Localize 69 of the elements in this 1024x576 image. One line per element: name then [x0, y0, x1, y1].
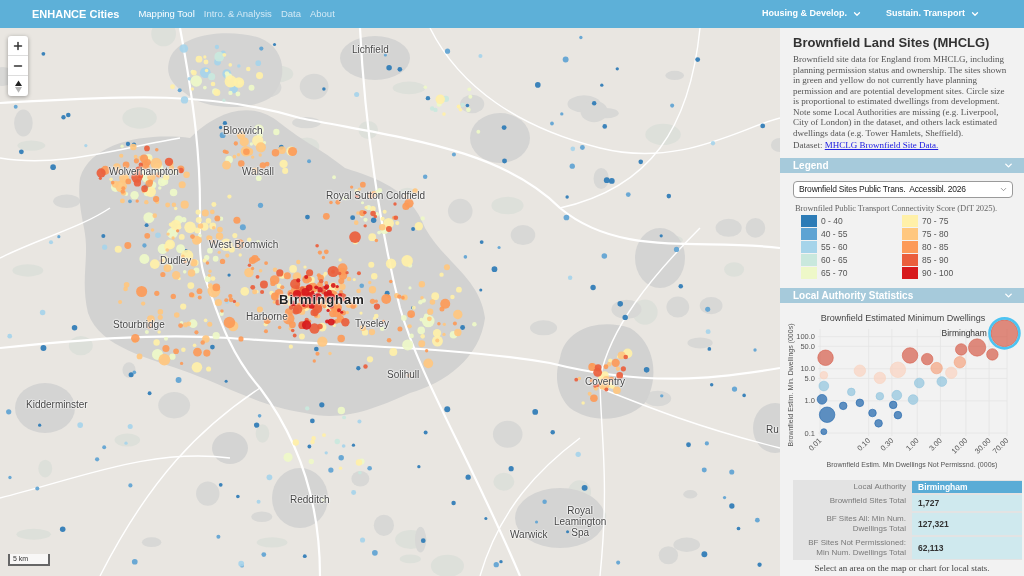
nav-link[interactable]: Intro. & Analysis	[203, 6, 272, 22]
place-label: Royal Sutton Coldfield	[326, 190, 425, 201]
chart-bubble[interactable]	[921, 353, 934, 366]
layer-select[interactable]: Brownfield Sites Public Trans. Accessibl. 2026	[793, 181, 1013, 198]
selection-ring	[988, 317, 1021, 350]
panel-description: Brownfield site data for England from MHCLG, including planning permission status and ownership. The sites shown in green and yellow do not currently have planning permission and are potential development sites. Circle size is proportional to estimated dwellings from development. Note some Local Authorities are missing (e.g. Liverpool, City of London) in the dataset, and others lack estimated dwellings data (e.g. Tower Hamlets, Sheffield).	[793, 54, 1008, 138]
dataset-line: Dataset: MHCLG Brownfield Site Data.	[793, 140, 940, 151]
chart-bubble[interactable]	[819, 406, 836, 423]
table-value: 62,113	[912, 537, 1022, 559]
nav-link[interactable]: Mapping Tool	[138, 6, 195, 22]
place-label: Tyseley	[355, 318, 389, 329]
table-label: Local Authority	[852, 481, 907, 493]
dataset-link[interactable]: MHCLG Brownfield Site Data.	[824, 140, 939, 150]
legend-label: 85 - 90	[922, 255, 949, 265]
place-label: Redditch	[290, 494, 330, 505]
highlight-label: Birmingham	[941, 328, 987, 339]
legend-label: 80 - 85	[922, 242, 949, 252]
table-label: BF Sites All: Min Num. Dwellings Total	[825, 513, 907, 535]
chart-bubble[interactable]	[953, 356, 966, 369]
chevron-down-icon	[1003, 290, 1014, 301]
legend-label: 75 - 80	[922, 229, 949, 239]
place-label: Coventry	[585, 376, 625, 387]
chevron-down-icon	[852, 9, 862, 19]
table-value: 127,321	[912, 513, 1022, 535]
plus-icon	[12, 39, 24, 52]
place-label: Royal Leamington Spa	[554, 505, 607, 538]
chart-bubble[interactable]	[820, 428, 828, 435]
chart-bubble[interactable]	[955, 343, 968, 356]
legend-label: 60 - 65	[821, 255, 848, 265]
place-label: Kidderminster	[26, 399, 88, 410]
chart-bubble[interactable]	[986, 348, 999, 361]
stats-header[interactable]: Local Authority Statistics	[780, 288, 1024, 303]
legend-label: 55 - 60	[821, 242, 848, 252]
table-value: Birmingham	[912, 481, 1022, 493]
chart-bubble[interactable]	[817, 349, 834, 366]
place-label: Walsall	[242, 166, 274, 177]
legend-label: 70 - 75	[922, 216, 949, 226]
legend-header[interactable]: Legend	[780, 158, 1024, 173]
chart-bubble[interactable]	[968, 338, 987, 357]
chart-title: Brownfield Estimated Minimum Dwellings	[820, 313, 986, 323]
panel-footer: Select an area on the map or chart for local stats.	[780, 563, 1024, 574]
nav-dropdown[interactable]: Housing & Develop.	[761, 7, 862, 21]
legend-label: 0 - 40	[821, 216, 843, 226]
place-label: Ru	[766, 424, 779, 435]
chevron-down-icon	[1003, 160, 1014, 171]
nav-link[interactable]: Data	[280, 6, 301, 22]
table-label: BF Sites Not Permissioned: Min Num. Dwellings Total	[807, 537, 907, 559]
nav-dropdown[interactable]: Sustain. Transport	[886, 7, 980, 21]
legend-label: 90 - 100	[922, 268, 954, 278]
place-label: Bloxwich	[223, 125, 263, 136]
place-label: Solihull	[387, 369, 420, 380]
chevron-down-icon	[970, 9, 980, 19]
chevron-down-icon	[999, 185, 1008, 194]
legend-label: 40 - 55	[821, 229, 848, 239]
app-logo[interactable]: ENHANCE Cities	[32, 5, 120, 23]
legend-caption: Brownfiled Public Transport Connectivity Score (DfT 2025).	[795, 203, 999, 214]
nav-link[interactable]: About	[309, 6, 335, 22]
place-label: Dudley	[160, 255, 192, 266]
place-label: Lichfield	[352, 44, 389, 55]
chart-bubble[interactable]	[902, 347, 919, 364]
table-value: 1,727	[912, 495, 1022, 511]
chart-bubble[interactable]	[816, 394, 828, 405]
chart-bubble[interactable]	[990, 319, 1019, 348]
place-label: Warwick	[510, 529, 548, 540]
table-label: Brownfield Sites Total	[828, 495, 907, 507]
chart-bubble[interactable]	[930, 362, 943, 375]
compass-needle-icon	[14, 79, 22, 93]
panel-title: Brownfield Land Sites (MHCLG)	[793, 35, 991, 51]
legend-label: 65 - 70	[821, 268, 848, 278]
